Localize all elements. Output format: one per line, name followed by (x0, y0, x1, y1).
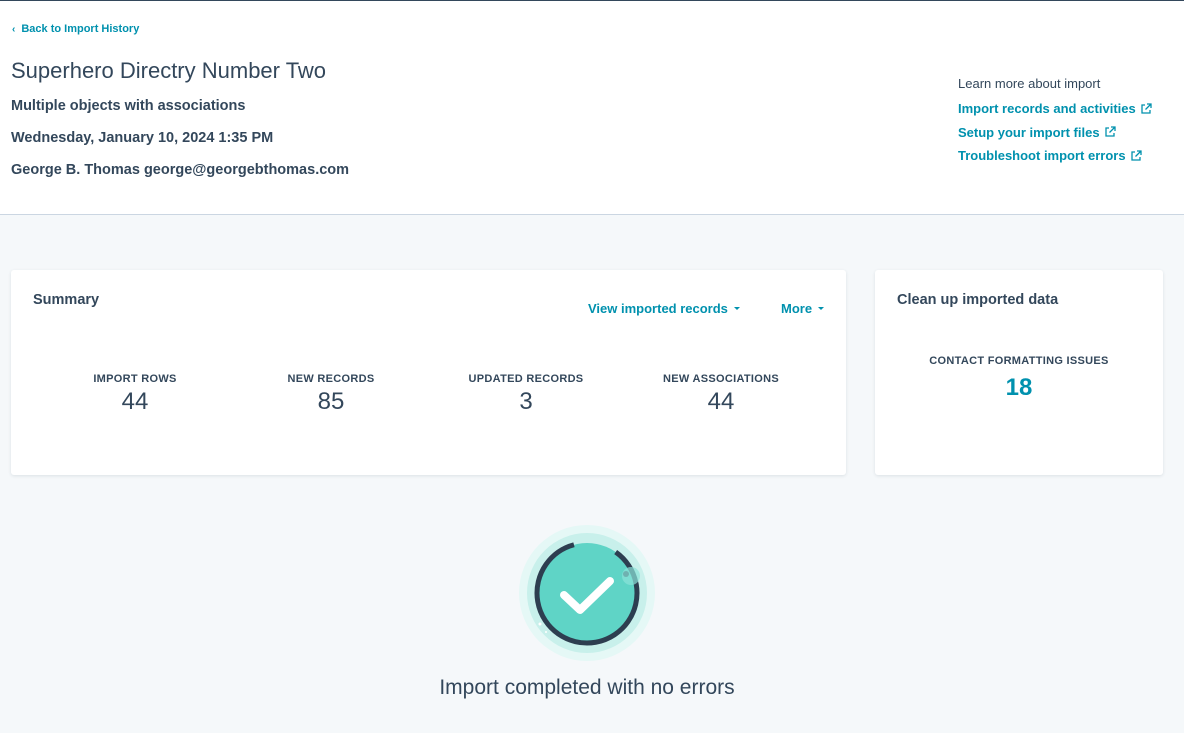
stat-new-records: NEW RECORDS 85 (231, 373, 431, 416)
external-link-icon (1141, 103, 1152, 114)
success-check-icon (519, 525, 655, 661)
stat-label: UPDATED RECORDS (468, 373, 584, 385)
learn-more-heading: Learn more about import (958, 76, 1101, 91)
caret-down-icon (733, 307, 740, 310)
stat-value: 85 (317, 388, 345, 415)
cleanup-title: Clean up imported data (897, 292, 1059, 308)
chevron-left-icon: ‹ (12, 23, 16, 35)
stat-new-associations: NEW ASSOCIATIONS 44 (621, 373, 821, 416)
troubleshoot-errors-help-link[interactable]: Troubleshoot import errors (958, 144, 1178, 168)
setup-import-files-help-link[interactable]: Setup your import files (958, 121, 1178, 145)
import-status-message: Import completed with no errors (439, 676, 735, 699)
contact-formatting-issues-label: CONTACT FORMATTING ISSUES (929, 355, 1109, 367)
contact-formatting-issues-count[interactable]: 18 (875, 374, 1163, 402)
page-title: Superhero Directry Number Two (11, 58, 327, 83)
more-dropdown[interactable]: More (781, 301, 825, 316)
view-imported-records-dropdown[interactable]: View imported records (588, 301, 740, 316)
external-link-icon (1130, 150, 1142, 161)
import-type: Multiple objects with associations (11, 98, 246, 114)
dropdown-label: View imported records (588, 301, 728, 316)
stat-value: 3 (519, 388, 533, 415)
stat-value: 44 (707, 388, 735, 415)
cleanup-card: Clean up imported data CONTACT FORMATTIN… (875, 270, 1163, 475)
import-date: Wednesday, January 10, 2024 1:35 PM (11, 130, 274, 146)
stat-label: NEW RECORDS (287, 373, 375, 385)
summary-title: Summary (33, 292, 100, 308)
back-to-import-history-link[interactable]: ‹ Back to Import History (12, 23, 139, 35)
stat-value: 44 (121, 388, 149, 415)
import-user: George B. Thomas george@georgebthomas.co… (11, 162, 350, 178)
learn-more-panel: Learn more about import Import records a… (958, 76, 1178, 168)
link-label: Troubleshoot import errors (958, 148, 1126, 164)
stat-label: IMPORT ROWS (93, 373, 177, 385)
external-link-icon (1104, 126, 1116, 137)
import-records-help-link[interactable]: Import records and activities (958, 97, 1178, 121)
link-label: Setup your import files (958, 124, 1100, 140)
summary-card: Summary View imported records More IMPOR… (11, 270, 846, 475)
stat-import-rows: IMPORT ROWS 44 (35, 373, 235, 416)
back-link-label: Back to Import History (21, 23, 140, 35)
stat-updated-records: UPDATED RECORDS 3 (426, 373, 626, 416)
stat-label: NEW ASSOCIATIONS (662, 373, 780, 385)
dropdown-label: More (781, 301, 813, 316)
caret-down-icon (818, 307, 825, 310)
import-header: ‹ Back to Import History Superhero Direc… (0, 1, 1184, 215)
link-label: Import records and activities (958, 101, 1136, 117)
